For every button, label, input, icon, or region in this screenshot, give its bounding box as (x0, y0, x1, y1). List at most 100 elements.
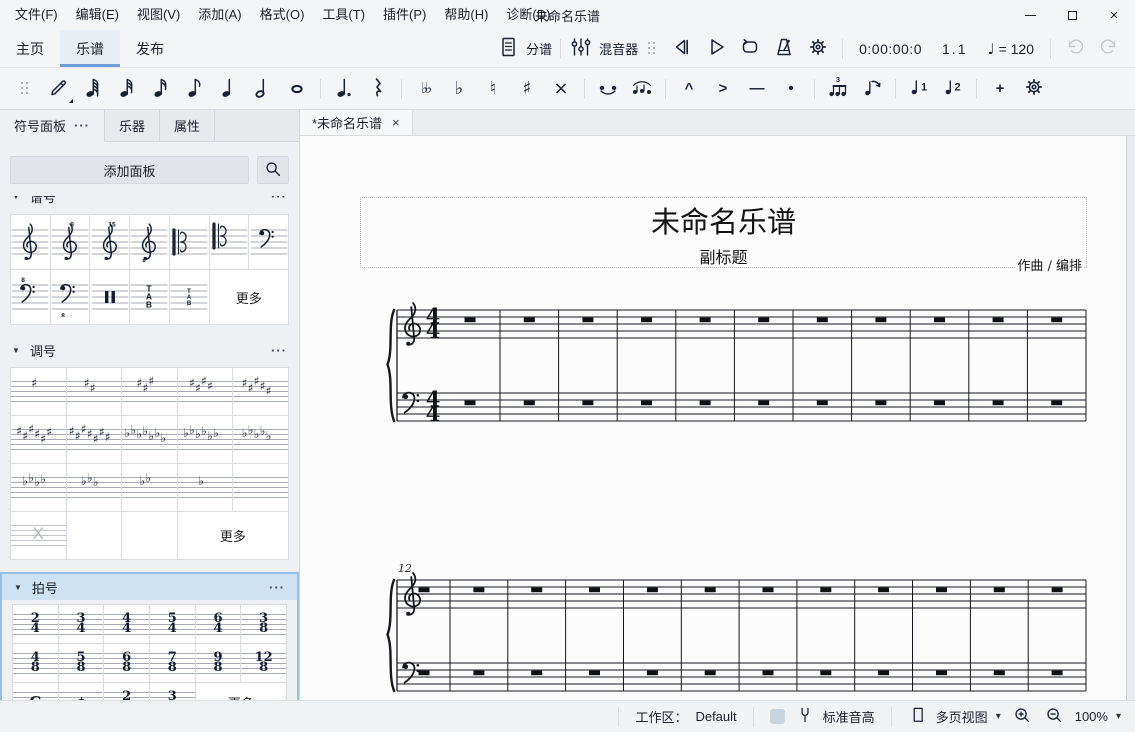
palette-keysig-6s[interactable]: ♯♯♯♯♯♯ (11, 416, 66, 463)
time-display[interactable]: 0:00:00:0 (851, 41, 930, 57)
palette-keysig-7f[interactable]: ♭♭♭♭♭♭♭ (122, 416, 177, 463)
voice-1-button[interactable]: 1 (902, 72, 936, 106)
zoom-out-button[interactable] (1043, 704, 1065, 729)
note-quarter-button[interactable] (212, 72, 246, 106)
palette-timesig-9-8[interactable]: 98 (196, 644, 241, 682)
palette-timesig-5-4[interactable]: 54 (150, 605, 195, 643)
palette-clef-treble-15a[interactable]: 15 (90, 215, 129, 269)
view-mode-selector[interactable]: 多页视图 ▾ (908, 705, 1001, 728)
marcato-button[interactable]: ^ (672, 72, 706, 106)
play-button[interactable] (700, 34, 732, 64)
natural-button[interactable]: ♮ (476, 72, 510, 106)
note-32nd-button[interactable] (110, 72, 144, 106)
palette-timesig-cut[interactable]: ¢ (59, 683, 104, 700)
palette-more-button[interactable]: 更多 (178, 512, 288, 559)
flip-direction-button[interactable] (855, 72, 889, 106)
section-menu-icon[interactable]: ··· (269, 580, 285, 595)
mixer-button[interactable]: 混音器 (569, 34, 638, 64)
palette-timesig-6-8[interactable]: 68 (104, 644, 149, 682)
palette-timesig-common[interactable]: C (13, 683, 58, 700)
palette-timesig-3-8[interactable]: 38 (241, 605, 286, 643)
menu-item[interactable]: 视图(V) (128, 0, 189, 30)
score-composer[interactable]: 作曲 / 编排 (1015, 255, 1084, 274)
palette-keysig-1f[interactable]: ♭ (178, 464, 233, 511)
palette-keysig-3s[interactable]: ♯♯♯ (122, 368, 177, 415)
score-system-2[interactable]: 12 (385, 564, 1089, 700)
maximize-button[interactable] (1051, 0, 1093, 30)
sharp-button[interactable]: ♯ (510, 72, 544, 106)
palette-timesig-2-2[interactable]: 22 (104, 683, 149, 700)
palette-keysig-4f[interactable]: ♭♭♭♭ (11, 464, 66, 511)
palette-clef-bass-8b[interactable]: 8 (51, 270, 90, 324)
tuplet-button[interactable]: 3 (821, 72, 855, 106)
document-tab[interactable]: *未命名乐谱 × (300, 110, 413, 135)
note-8th-button[interactable] (178, 72, 212, 106)
tab-乐谱[interactable]: 乐谱 (60, 30, 120, 67)
note-16th-button[interactable] (144, 72, 178, 106)
add-palette-item-button[interactable]: + (983, 72, 1017, 106)
note-whole-button[interactable] (280, 72, 314, 106)
tab-close-icon[interactable]: × (392, 115, 400, 130)
section-menu-icon[interactable]: ··· (271, 196, 287, 204)
zoom-level-selector[interactable]: 100% ▾ (1075, 709, 1121, 724)
palette-timesig-4-8[interactable]: 48 (13, 644, 58, 682)
rewind-button[interactable] (666, 34, 698, 64)
palette-more-button[interactable]: 更多 (196, 683, 286, 700)
menu-item[interactable]: 格式(O) (251, 0, 314, 30)
palette-timesig-5-8[interactable]: 58 (59, 644, 104, 682)
parts-button[interactable]: 分谱 (496, 34, 552, 64)
palette-clef-perc[interactable] (90, 270, 129, 324)
panel-tab-属性[interactable]: 属性 (160, 110, 215, 141)
palette-timesig-12-8[interactable]: 128 (241, 644, 286, 682)
palette-clef-treble-8a[interactable]: 8 (51, 215, 90, 269)
minimize-button[interactable] (1009, 0, 1051, 30)
menu-item[interactable]: 工具(T) (313, 0, 374, 30)
menu-item[interactable]: 文件(F) (6, 0, 67, 30)
customize-toolbar-button[interactable] (1017, 72, 1051, 106)
palette-keysig-6f[interactable]: ♭♭♭♭♭♭ (178, 416, 233, 463)
flat-button[interactable]: ♭ (442, 72, 476, 106)
zoom-in-button[interactable] (1011, 704, 1033, 729)
tie-button[interactable] (591, 72, 625, 106)
palette-keysig-7s[interactable]: ♯♯♯♯♯♯♯ (67, 416, 122, 463)
palette-timesig-4-4[interactable]: 44 (104, 605, 149, 643)
note-64th-button[interactable] (76, 72, 110, 106)
voice-2-button[interactable]: 2 (936, 72, 970, 106)
palette-timesig-3-2[interactable]: 32 (150, 683, 195, 700)
palette-menu-icon[interactable]: ··· (74, 118, 90, 133)
section-menu-icon[interactable]: ··· (271, 343, 287, 358)
note-input-drag-handle-button[interactable] (8, 72, 42, 106)
double-flat-button[interactable]: ♭♭ (408, 72, 442, 106)
menu-item[interactable]: 帮助(H) (435, 0, 497, 30)
palette-keysig-1s[interactable]: ♯ (11, 368, 66, 415)
palette-clef-tenor[interactable] (210, 215, 249, 269)
panel-tab-乐器[interactable]: 乐器 (105, 110, 160, 141)
palette-keysig-5f[interactable]: ♭♭♭♭♭ (233, 416, 288, 463)
score-title[interactable]: 未命名乐谱 (361, 199, 1086, 241)
palette-timesig-2-4[interactable]: 24 (13, 605, 58, 643)
palette-timesig-7-8[interactable]: 78 (150, 644, 195, 682)
palette-more-button[interactable]: 更多 (210, 270, 288, 324)
midi-indicator[interactable] (770, 709, 785, 724)
undo-button[interactable] (1059, 34, 1091, 64)
palette-search-button[interactable] (257, 156, 289, 184)
palette-keysig-open[interactable]: X (11, 512, 66, 559)
loop-button[interactable] (734, 34, 766, 64)
title-frame[interactable]: 未命名乐谱 副标题 作曲 / 编排 (360, 197, 1087, 268)
note-half-button[interactable] (246, 72, 280, 106)
menu-item[interactable]: 添加(A) (189, 0, 250, 30)
palette-section-header[interactable]: ▼调号··· (0, 337, 299, 363)
tempo-display[interactable]: ♩ = 120 (979, 40, 1042, 58)
score-subtitle[interactable]: 副标题 (361, 244, 1086, 268)
palette-section-header[interactable]: ▼拍号··· (2, 574, 297, 600)
palette-keysig-5s[interactable]: ♯♯♯♯♯ (233, 368, 288, 415)
slur-button[interactable] (625, 72, 659, 106)
note-input-mode-button-button[interactable] (42, 72, 76, 106)
panel-tab-符号面板[interactable]: 符号面板··· (0, 110, 105, 142)
playback-drag-handle[interactable] (640, 34, 664, 64)
accent-button[interactable]: > (706, 72, 740, 106)
palette-keysig-2f[interactable]: ♭♭ (122, 464, 177, 511)
palette-clef-treble-8b[interactable]: 8 (130, 215, 169, 269)
tab-主页[interactable]: 主页 (0, 30, 60, 67)
palette-clef-treble[interactable] (11, 215, 50, 269)
